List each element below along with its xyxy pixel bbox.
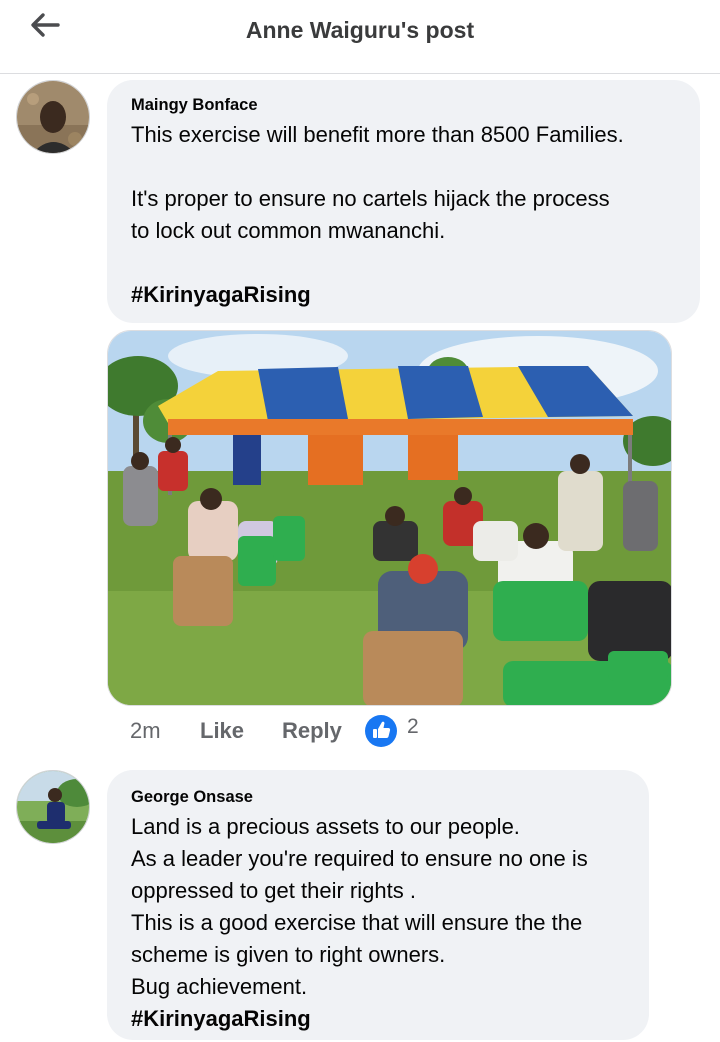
comment-bubble: Maingy Bonface This exercise will benefi… bbox=[107, 80, 700, 323]
comment-text-line: Land is a precious assets to our people. bbox=[131, 814, 520, 839]
reply-button[interactable]: Reply bbox=[282, 718, 342, 744]
comment-text-line: oppressed to get their rights . bbox=[131, 878, 416, 903]
comment-author[interactable]: Maingy Bonface bbox=[131, 96, 258, 115]
comment-text-line: As a leader you're required to ensure no… bbox=[131, 846, 588, 871]
post-header: Anne Waiguru's post bbox=[0, 0, 720, 74]
comment-actions: 2m Like Reply 2 bbox=[0, 714, 720, 750]
reaction-count[interactable]: 2 bbox=[407, 715, 419, 739]
page-title: Anne Waiguru's post bbox=[245, 17, 475, 43]
comment-text-line: This is a good exercise that will ensure… bbox=[131, 910, 583, 935]
hashtag-link[interactable]: #KirinyagaRising bbox=[131, 1006, 311, 1032]
avatar[interactable] bbox=[16, 80, 90, 154]
comment-text-line: It's proper to ensure no cartels hijack … bbox=[131, 186, 610, 211]
hashtag-link[interactable]: #KirinyagaRising bbox=[131, 282, 311, 308]
comment-text-line: to lock out common mwananchi. bbox=[131, 218, 446, 243]
comment-timestamp[interactable]: 2m bbox=[130, 718, 161, 744]
comment-photo[interactable] bbox=[107, 330, 672, 706]
comment-bubble: George Onsase Land is a precious assets … bbox=[107, 770, 649, 1040]
comment-text-line: This exercise will benefit more than 850… bbox=[131, 122, 624, 147]
avatar[interactable] bbox=[16, 770, 90, 844]
like-button[interactable]: Like bbox=[200, 718, 244, 744]
thumbs-up-icon[interactable] bbox=[364, 714, 398, 748]
comment-text-line: Bug achievement. bbox=[131, 974, 308, 999]
comment-text-line: scheme is given to right owners. bbox=[131, 942, 446, 967]
comment-author[interactable]: George Onsase bbox=[131, 788, 253, 807]
